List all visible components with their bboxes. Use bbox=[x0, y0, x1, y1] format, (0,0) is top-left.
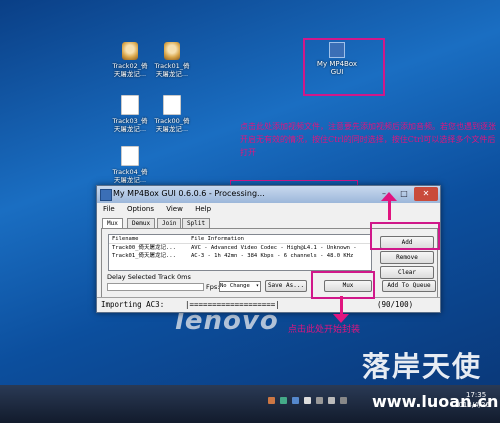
list-item[interactable]: Track00_倚天屠龙记... AVC - Advanced Video Co… bbox=[109, 244, 371, 252]
track-info: AVC - Advanced Video Codec - High@L4.1 -… bbox=[191, 245, 357, 251]
delay-label: Delay Selected Track 0ms bbox=[107, 273, 191, 281]
tray-icon[interactable] bbox=[316, 397, 323, 404]
fps-select[interactable]: No Change ▾ bbox=[219, 281, 261, 292]
tray-icon[interactable] bbox=[304, 397, 311, 404]
delay-slider[interactable] bbox=[107, 283, 204, 291]
track-info: AC-3 - 1h 42mn - 384 Kbps - 6 channels -… bbox=[191, 253, 354, 259]
icon-label: 天屠龙记... bbox=[113, 125, 147, 133]
menu-options[interactable]: Options bbox=[121, 203, 158, 213]
file-icon bbox=[121, 95, 139, 115]
highlight-box-mux bbox=[311, 271, 375, 299]
app-icon bbox=[100, 189, 112, 201]
tray-icon[interactable] bbox=[280, 397, 287, 404]
track-filename: Track01_倚天屠龙记... bbox=[112, 253, 176, 259]
icon-label: Track00_倚 bbox=[154, 117, 190, 125]
desktop-icon-track00[interactable]: Track00_倚 天屠龙记... bbox=[150, 95, 194, 133]
desktop-icon-track02[interactable]: Track02_倚 天屠龙记... bbox=[108, 42, 152, 78]
close-button[interactable]: ✕ bbox=[414, 187, 438, 201]
fps-select-value: No Change bbox=[220, 283, 250, 289]
desktop-icon-track01[interactable]: Track01_倚 天屠龙记... bbox=[150, 42, 194, 78]
icon-label: 天屠龙记... bbox=[113, 176, 147, 184]
save-as-button[interactable]: Save As... bbox=[265, 280, 307, 292]
watermark-text: 落岸天使 bbox=[362, 350, 483, 383]
icon-label: Track04_倚 bbox=[112, 168, 148, 176]
list-item[interactable]: Track01_倚天屠龙记... AC-3 - 1h 42mn - 384 Kb… bbox=[109, 252, 371, 260]
icon-label: 天屠龙记... bbox=[113, 70, 147, 78]
icon-label: Track02_倚 bbox=[112, 62, 148, 70]
tray-icon[interactable] bbox=[268, 397, 275, 404]
tray-icon[interactable] bbox=[340, 397, 347, 404]
add-to-queue-button[interactable]: Add To Queue bbox=[382, 280, 436, 292]
arrow-up-icon bbox=[381, 192, 397, 201]
icon-label: 天屠龙记... bbox=[155, 70, 189, 78]
highlight-box-shortcut bbox=[303, 38, 385, 96]
progress-text: |===================| bbox=[185, 300, 280, 309]
maximize-button[interactable]: □ bbox=[394, 187, 414, 201]
list-header: Filename File Information bbox=[109, 235, 371, 244]
column-filename: Filename bbox=[112, 236, 139, 242]
progress-count: (90/100) bbox=[377, 300, 414, 309]
file-icon bbox=[163, 95, 181, 115]
desktop-icon-track04[interactable]: Track04_倚 天屠龙记... bbox=[108, 146, 152, 184]
audio-file-icon bbox=[122, 42, 138, 60]
menu-help[interactable]: Help bbox=[189, 203, 215, 213]
fps-label: Fps: bbox=[206, 283, 220, 291]
track-list[interactable]: Filename File Information Track00_倚天屠龙记.… bbox=[108, 234, 372, 271]
window-title: My MP4Box GUI 0.6.0.6 - Processing... bbox=[113, 189, 265, 198]
column-file-info: File Information bbox=[191, 236, 244, 242]
desktop-icon-track03[interactable]: Track03_倚 天屠龙记... bbox=[108, 95, 152, 133]
menu-file[interactable]: File bbox=[97, 203, 119, 213]
arrow-up-shaft bbox=[388, 198, 391, 220]
arrow-down-icon bbox=[333, 314, 349, 323]
status-text: Importing AC3: bbox=[101, 300, 165, 309]
track-filename: Track00_倚天屠龙记... bbox=[112, 245, 176, 251]
icon-label: Track03_倚 bbox=[112, 117, 148, 125]
chevron-down-icon: ▾ bbox=[255, 283, 259, 289]
icon-label: Track01_倚 bbox=[154, 62, 190, 70]
annotation-add-video: 点击此处添加视频文件，注意要先添加视频后添加音频。若您也遇到逐张开启无有效的情况… bbox=[240, 122, 496, 157]
status-bar: Importing AC3: |===================| (90… bbox=[97, 297, 440, 312]
clear-button[interactable]: Clear bbox=[380, 266, 434, 279]
menu-view[interactable]: View bbox=[160, 203, 187, 213]
highlight-box-add bbox=[370, 222, 440, 250]
icon-label: 天屠龙记... bbox=[155, 125, 189, 133]
audio-file-icon bbox=[164, 42, 180, 60]
watermark-url: www.luoan.cn bbox=[372, 392, 499, 411]
tray-icon[interactable] bbox=[328, 397, 335, 404]
file-icon bbox=[121, 146, 139, 166]
annotation-start-mux: 点击此处开始封装 bbox=[288, 325, 361, 335]
tray-icon[interactable] bbox=[292, 397, 299, 404]
arrow-down-shaft bbox=[340, 296, 343, 316]
remove-button[interactable]: Remove bbox=[380, 251, 434, 264]
